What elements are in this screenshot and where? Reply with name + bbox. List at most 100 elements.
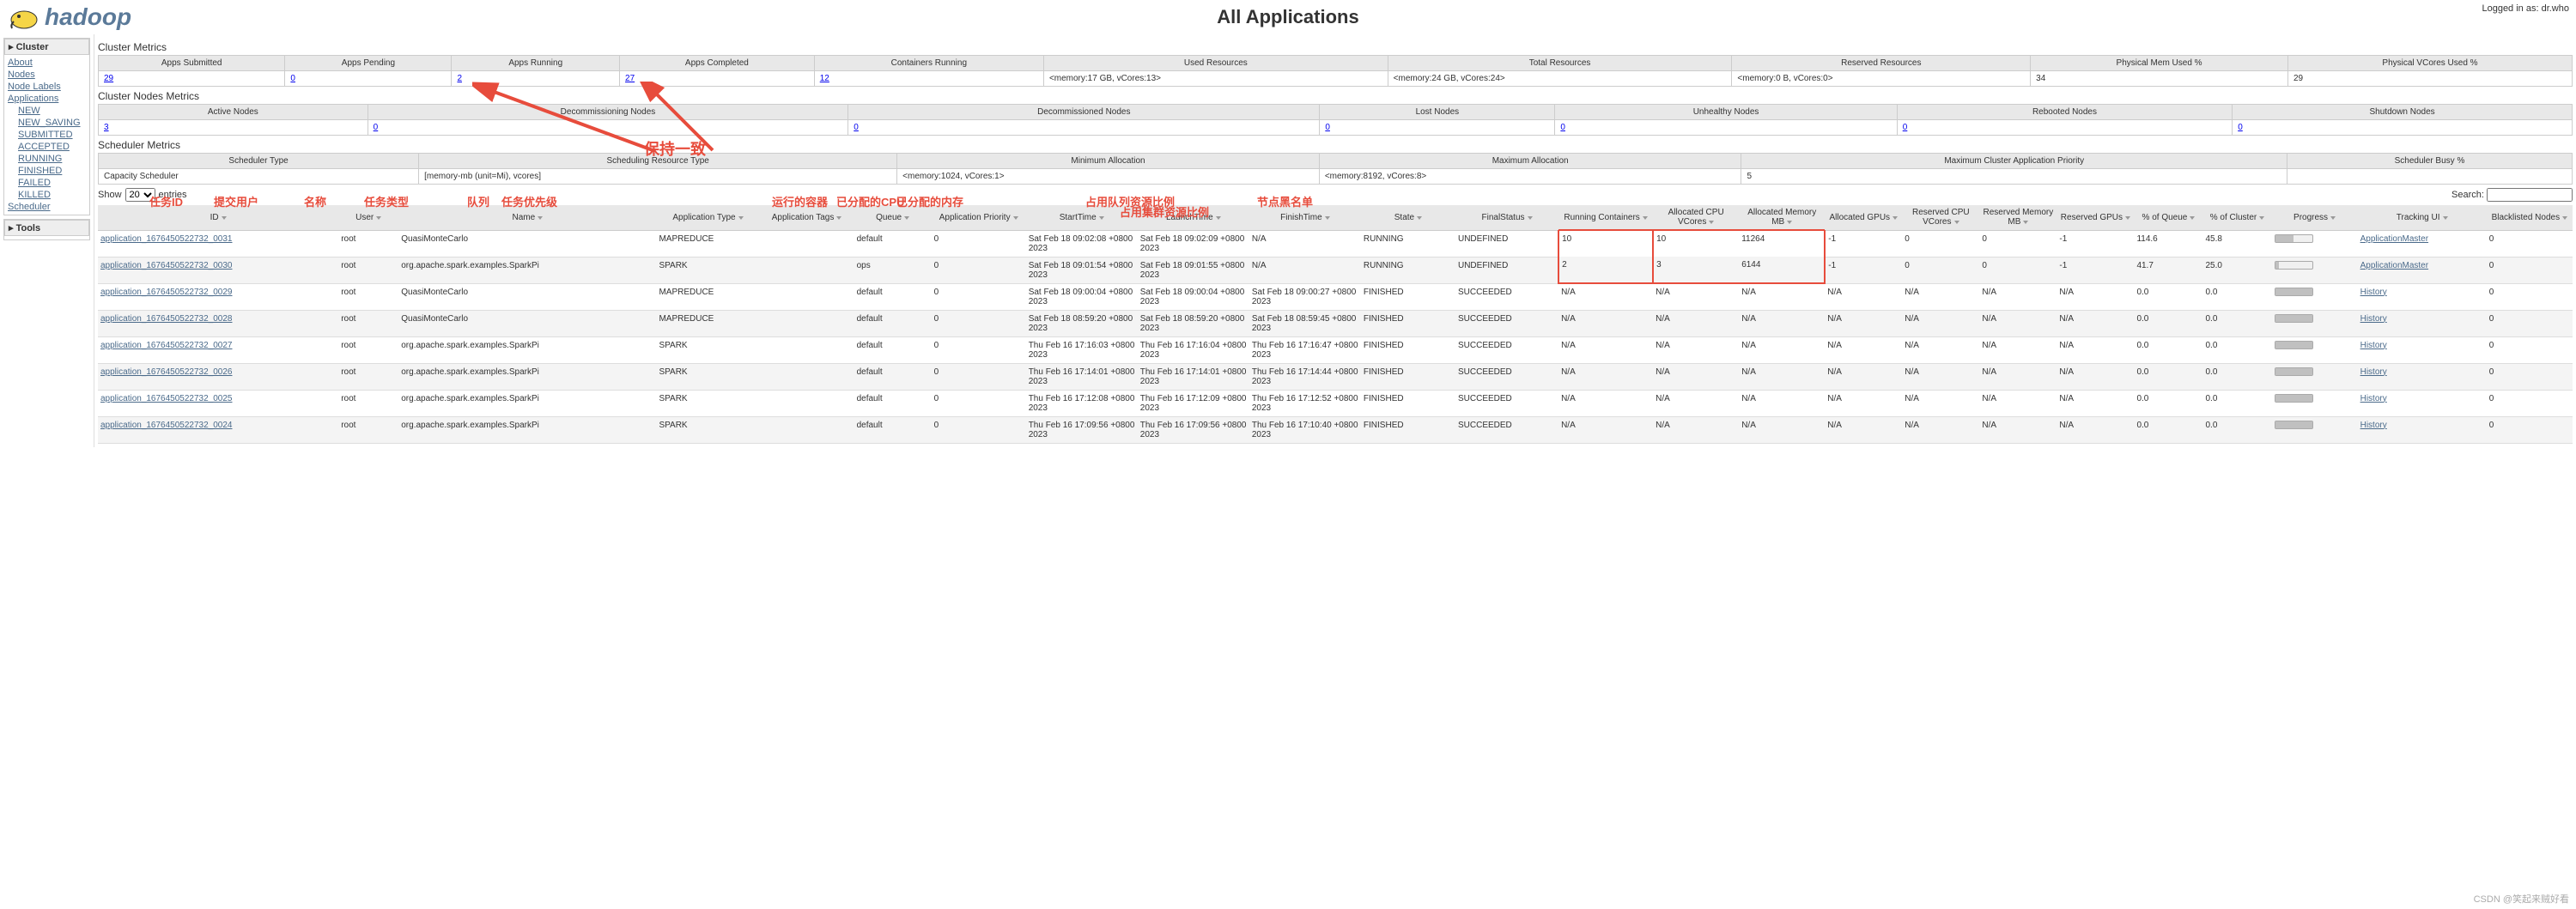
cell xyxy=(2272,416,2358,443)
col-header[interactable]: % of Cluster xyxy=(2202,205,2271,230)
app-id-link[interactable]: application_1676450522732_0027 xyxy=(100,341,232,350)
app-id-link[interactable]: application_1676450522732_0029 xyxy=(100,288,232,297)
cell: 0 xyxy=(2487,283,2573,310)
sidebar-state-submitted[interactable]: SUBMITTED xyxy=(6,129,88,141)
cell: 10 xyxy=(1558,230,1653,257)
cell: application_1676450522732_0029 xyxy=(98,283,338,310)
cell: 0 xyxy=(932,257,1026,283)
col-header[interactable]: Application Type xyxy=(656,205,759,230)
cell: Sat Feb 18 09:02:08 +0800 2023 xyxy=(1026,230,1138,257)
app-id-link[interactable]: application_1676450522732_0025 xyxy=(100,394,232,403)
search-input[interactable] xyxy=(2487,188,2573,202)
cell: root xyxy=(338,310,398,336)
sidebar-state-new[interactable]: NEW xyxy=(6,105,88,117)
metric-value: Capacity Scheduler xyxy=(99,169,419,185)
sidebar-link-node-labels[interactable]: Node Labels xyxy=(6,81,88,93)
cell: 0 xyxy=(2487,310,2573,336)
cell: N/A xyxy=(1902,310,1979,336)
sidebar-state-finished[interactable]: FINISHED xyxy=(6,165,88,177)
col-header[interactable]: Allocated CPU VCores xyxy=(1653,205,1739,230)
cell: N/A xyxy=(1902,390,1979,416)
metric-header: Reserved Resources xyxy=(1732,56,2031,71)
sidebar-state-failed[interactable]: FAILED xyxy=(6,177,88,189)
cell: Thu Feb 16 17:09:56 +0800 2023 xyxy=(1026,416,1138,443)
cluster-metrics-title: Cluster Metrics xyxy=(98,38,2573,55)
app-id-link[interactable]: application_1676450522732_0028 xyxy=(100,314,232,324)
sidebar-link-about[interactable]: About xyxy=(6,57,88,69)
metric-value: <memory:17 GB, vCores:13> xyxy=(1043,71,1388,87)
tracking-link[interactable]: History xyxy=(2360,394,2387,403)
cell: N/A xyxy=(1558,416,1653,443)
col-header[interactable]: Reserved Memory MB xyxy=(1979,205,2057,230)
cell: -1 xyxy=(1825,230,1902,257)
cell: History xyxy=(2358,390,2487,416)
col-header[interactable]: Reserved GPUs xyxy=(2057,205,2134,230)
sidebar-state-new_saving[interactable]: NEW_SAVING xyxy=(6,117,88,129)
cell: N/A xyxy=(2057,336,2134,363)
tracking-link[interactable]: ApplicationMaster xyxy=(2360,261,2428,270)
tracking-link[interactable]: History xyxy=(2360,288,2387,297)
annotation-blacklist: 节点黑名单 xyxy=(1257,193,1313,209)
metric-header: Apps Running xyxy=(452,56,620,71)
tracking-link[interactable]: History xyxy=(2360,367,2387,377)
content: Cluster Metrics Apps SubmittedApps Pendi… xyxy=(94,34,2576,447)
tracking-link[interactable]: History xyxy=(2360,314,2387,324)
metric-header: Unhealthy Nodes xyxy=(1555,105,1897,120)
col-header[interactable]: Allocated GPUs xyxy=(1825,205,1902,230)
cell: 0.0 xyxy=(2134,390,2202,416)
cell: N/A xyxy=(1979,390,2057,416)
tracking-link[interactable]: History xyxy=(2360,421,2387,430)
cell: 0 xyxy=(932,230,1026,257)
col-header[interactable]: Blacklisted Nodes xyxy=(2487,205,2573,230)
show-label: Show xyxy=(98,190,122,200)
cell xyxy=(2272,283,2358,310)
metric-value: 34 xyxy=(2031,71,2288,87)
col-header[interactable]: Tracking UI xyxy=(2358,205,2487,230)
cell: SUCCEEDED xyxy=(1455,336,1558,363)
cell: root xyxy=(338,283,398,310)
cell: Sat Feb 18 09:02:09 +0800 2023 xyxy=(1138,230,1249,257)
col-header[interactable]: Allocated Memory MB xyxy=(1739,205,1825,230)
app-id-link[interactable]: application_1676450522732_0030 xyxy=(100,261,232,270)
tracking-link[interactable]: History xyxy=(2360,341,2387,350)
col-header[interactable]: Running Containers xyxy=(1558,205,1653,230)
table-row: application_1676450522732_0025rootorg.ap… xyxy=(98,390,2573,416)
cell: 10 xyxy=(1653,230,1739,257)
col-header[interactable]: Progress xyxy=(2272,205,2358,230)
metric-header: Rebooted Nodes xyxy=(1897,105,2232,120)
col-header[interactable]: FinalStatus xyxy=(1455,205,1558,230)
sidebar-cluster-header[interactable]: ▸ Cluster xyxy=(4,39,89,55)
cell: 0 xyxy=(2487,230,2573,257)
cell: application_1676450522732_0027 xyxy=(98,336,338,363)
sidebar-link-nodes[interactable]: Nodes xyxy=(6,69,88,81)
tracking-link[interactable]: ApplicationMaster xyxy=(2360,234,2428,244)
cell: root xyxy=(338,416,398,443)
cell: N/A xyxy=(1825,363,1902,390)
annotation-cpu: 已分配的CPU xyxy=(836,193,904,209)
sidebar-link-applications[interactable]: Applications xyxy=(6,93,88,105)
cell: N/A xyxy=(1653,390,1739,416)
col-header[interactable]: State xyxy=(1361,205,1455,230)
sidebar-scheduler[interactable]: Scheduler xyxy=(6,201,88,213)
app-id-link[interactable]: application_1676450522732_0031 xyxy=(100,234,232,244)
cell: SUCCEEDED xyxy=(1455,363,1558,390)
cell: application_1676450522732_0024 xyxy=(98,416,338,443)
app-id-link[interactable]: application_1676450522732_0026 xyxy=(100,367,232,377)
logo[interactable]: hadoop xyxy=(7,3,131,31)
sidebar-state-killed[interactable]: KILLED xyxy=(6,189,88,201)
cell: QuasiMonteCarlo xyxy=(398,310,656,336)
table-row: application_1676450522732_0031rootQuasiM… xyxy=(98,230,2573,257)
sidebar-state-accepted[interactable]: ACCEPTED xyxy=(6,141,88,153)
cell: 0 xyxy=(1902,230,1979,257)
col-header[interactable]: % of Queue xyxy=(2134,205,2202,230)
cell: ApplicationMaster xyxy=(2358,257,2487,283)
metric-value: <memory:8192, vCores:8> xyxy=(1319,169,1741,185)
app-id-link[interactable]: application_1676450522732_0024 xyxy=(100,421,232,430)
cell: N/A xyxy=(2057,310,2134,336)
sidebar-state-running[interactable]: RUNNING xyxy=(6,153,88,165)
sidebar-tools-header[interactable]: ▸ Tools xyxy=(4,220,89,236)
cell: ops xyxy=(854,257,932,283)
metric-value: 3 xyxy=(99,120,368,136)
col-header[interactable]: Reserved CPU VCores xyxy=(1902,205,1979,230)
cell: default xyxy=(854,310,932,336)
